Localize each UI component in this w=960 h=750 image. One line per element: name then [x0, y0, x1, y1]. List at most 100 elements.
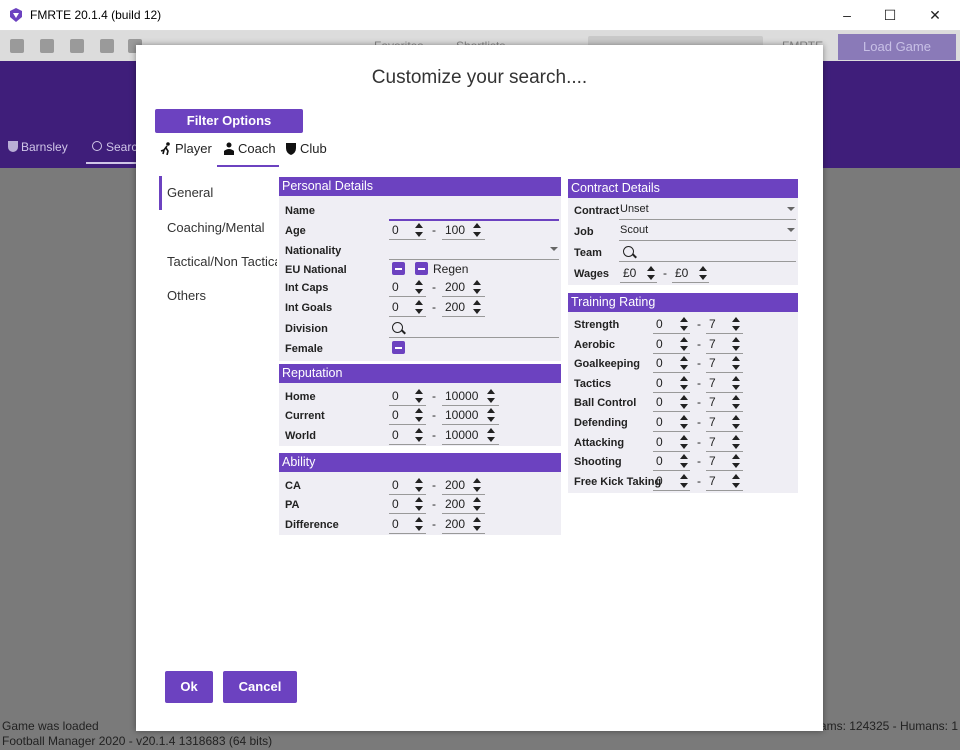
training-row: Aerobic 0 -7: [568, 335, 798, 355]
training-max-spinner[interactable]: [731, 472, 741, 490]
training-max-spinner[interactable]: [731, 393, 741, 411]
search-icon: [392, 322, 403, 333]
eu-national-checkbox[interactable]: [392, 262, 405, 275]
female-label: Female: [285, 343, 323, 355]
sidebar-item-others[interactable]: Others: [159, 279, 277, 313]
training-min-spinner[interactable]: [679, 472, 689, 490]
pa-row: PA 0 - 200: [279, 495, 561, 515]
nationality-select[interactable]: [389, 241, 559, 260]
training-max-spinner[interactable]: [731, 335, 741, 353]
caps-dash: -: [432, 280, 436, 294]
training-max-value: 7: [709, 336, 716, 351]
ok-button[interactable]: Ok: [165, 671, 213, 703]
training-max-spinner[interactable]: [731, 452, 741, 470]
rep-world-min-spinner[interactable]: [414, 426, 424, 444]
minimize-button[interactable]: –: [832, 4, 862, 26]
training-dash: -: [697, 336, 701, 351]
title-bar: FMRTE 20.1.4 (build 12) – ☐ ✕: [0, 0, 960, 31]
name-input[interactable]: [389, 201, 559, 221]
training-dash: -: [697, 415, 701, 429]
training-label: Goalkeeping: [574, 358, 641, 371]
tab-player[interactable]: Player: [160, 141, 212, 156]
wages-min-value: £0: [623, 266, 637, 280]
training-min-value: 0: [656, 473, 663, 488]
nav-club-label: Barnsley: [21, 140, 68, 154]
pa-min-spinner[interactable]: [414, 495, 424, 513]
age-max-value: 100: [445, 223, 466, 237]
sidebar-item-coaching-mental[interactable]: Coaching/Mental: [159, 211, 277, 245]
rep-home-max-spinner[interactable]: [486, 387, 496, 405]
nationality-label: Nationality: [285, 245, 342, 257]
close-button[interactable]: ✕: [920, 4, 950, 26]
pa-max-spinner[interactable]: [472, 495, 482, 513]
reputation-header: Reputation: [279, 364, 561, 383]
training-row: Shooting 0 -7: [568, 452, 798, 472]
division-row: Division: [279, 319, 561, 339]
diff-min-spinner[interactable]: [414, 515, 424, 533]
training-max-spinner[interactable]: [731, 413, 741, 431]
rep-world-max-value: 10000: [445, 428, 479, 442]
rep-world-row: World 0 - 10000: [279, 426, 561, 446]
nav-club[interactable]: Barnsley: [8, 140, 68, 154]
reputation-panel: Reputation Home 0 - 10000 Current 0 - 10…: [279, 364, 561, 446]
chevron-down-icon: [787, 228, 795, 232]
training-dash: -: [697, 473, 701, 488]
training-min-spinner[interactable]: [679, 354, 689, 372]
load-game-button[interactable]: Load Game: [838, 34, 956, 60]
age-min-spinner[interactable]: [414, 221, 424, 239]
team-input[interactable]: [619, 243, 796, 262]
maximize-button[interactable]: ☐: [875, 4, 905, 26]
training-dash: -: [697, 356, 701, 371]
training-min-spinner[interactable]: [679, 315, 689, 333]
rep-current-max-spinner[interactable]: [486, 406, 496, 424]
save-icon[interactable]: [40, 39, 54, 53]
training-min-spinner[interactable]: [679, 433, 689, 451]
diff-max-spinner[interactable]: [472, 515, 482, 533]
rep-current-min-spinner[interactable]: [414, 406, 424, 424]
female-row: Female: [279, 339, 561, 359]
training-min-spinner[interactable]: [679, 335, 689, 353]
monitor-icon[interactable]: [70, 39, 84, 53]
tab-coach[interactable]: Coach: [223, 141, 276, 156]
sidebar-item-tactical[interactable]: Tactical/Non Tactical: [159, 245, 277, 279]
ca-max-spinner[interactable]: [472, 476, 482, 494]
age-max-spinner[interactable]: [472, 221, 482, 239]
pa-label: PA: [285, 499, 300, 511]
rep-world-max-spinner[interactable]: [486, 426, 496, 444]
training-min-spinner[interactable]: [679, 374, 689, 392]
training-max-value: 7: [709, 317, 716, 331]
pa-min-value: 0: [392, 497, 399, 511]
refresh-icon[interactable]: [100, 39, 114, 53]
female-checkbox[interactable]: [392, 341, 405, 354]
filter-options-button[interactable]: Filter Options: [155, 109, 303, 133]
wages-max-spinner[interactable]: [698, 264, 708, 282]
cancel-button[interactable]: Cancel: [223, 671, 297, 703]
eu-national-label: EU National: [285, 264, 347, 276]
rep-home-min-spinner[interactable]: [414, 387, 424, 405]
sidebar-item-general[interactable]: General: [159, 176, 277, 210]
division-input[interactable]: [389, 319, 559, 338]
wages-max-value: £0: [675, 266, 689, 280]
difference-label: Difference: [285, 519, 339, 531]
regen-checkbox[interactable]: [415, 262, 428, 275]
training-min-spinner[interactable]: [679, 413, 689, 431]
shield-icon: [8, 141, 18, 152]
search-icon: [623, 246, 634, 257]
int-goals-label: Int Goals: [285, 302, 333, 314]
tab-club[interactable]: Club: [285, 141, 327, 156]
training-min-spinner[interactable]: [679, 393, 689, 411]
caps-max-spinner[interactable]: [472, 278, 482, 296]
training-max-spinner[interactable]: [731, 354, 741, 372]
goals-min-spinner[interactable]: [414, 298, 424, 316]
training-min-spinner[interactable]: [679, 452, 689, 470]
training-max-spinner[interactable]: [731, 315, 741, 333]
home-icon[interactable]: [10, 39, 24, 53]
search-dialog: Customize your search.... Filter Options…: [136, 45, 823, 731]
training-max-spinner[interactable]: [731, 374, 741, 392]
wages-min-spinner[interactable]: [646, 264, 656, 282]
caps-min-spinner[interactable]: [414, 278, 424, 296]
goals-max-spinner[interactable]: [472, 298, 482, 316]
ca-min-spinner[interactable]: [414, 476, 424, 494]
training-max-spinner[interactable]: [731, 433, 741, 451]
nav-active-underline: [86, 162, 136, 164]
